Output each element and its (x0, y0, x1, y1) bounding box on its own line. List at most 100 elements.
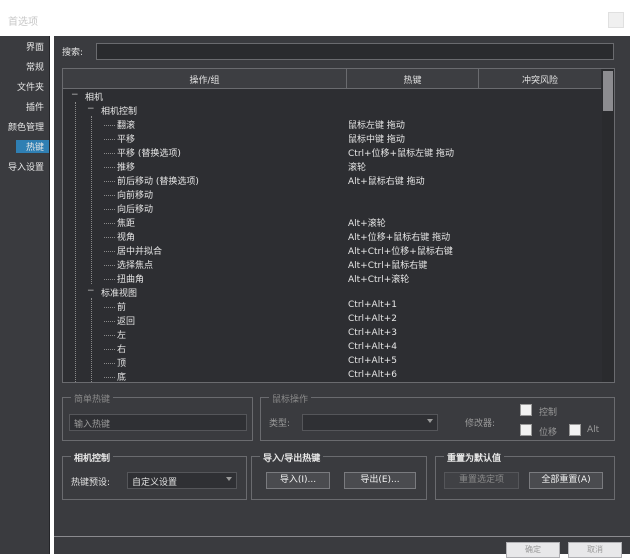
table-row[interactable]: − 标准视图 (63, 286, 601, 300)
ctrl-checkbox[interactable] (520, 404, 532, 416)
tree-connector (104, 335, 115, 336)
tree-connector (104, 125, 115, 126)
action-name: 扭曲角 (117, 275, 145, 285)
shift-checkbox[interactable] (520, 424, 532, 436)
table-row[interactable]: 向前移动 (63, 188, 601, 202)
export-button[interactable]: 导出(E)... (344, 472, 416, 489)
hotkey-value: Ctrl+Alt+3 (348, 328, 398, 338)
table-row[interactable]: 平移 鼠标中键 拖动 (63, 132, 601, 146)
action-name: 前 (117, 303, 127, 313)
action-name: 视角 (117, 233, 136, 243)
action-name: 相机 (85, 93, 104, 103)
sidebar-item-color-management[interactable]: 颜色管理 (8, 120, 44, 133)
tree-guide (91, 116, 92, 284)
reset-all-button[interactable]: 全部重置(A) (529, 472, 603, 489)
sidebar-item-interface[interactable]: 界面 (26, 40, 44, 53)
action-name: 向后移动 (117, 205, 154, 215)
table-row[interactable]: 视角 Alt+位移+鼠标右键 拖动 (63, 230, 601, 244)
hotkey-value: 鼠标中键 拖动 (348, 135, 405, 145)
preset-label: 热键预设: (71, 478, 111, 488)
table-row[interactable]: 前后移动 (替换选项) Alt+鼠标右键 拖动 (63, 174, 601, 188)
table-row[interactable]: − 相机控制 (63, 104, 601, 118)
tree-guide (75, 102, 76, 382)
action-name: 相机控制 (101, 107, 138, 117)
shift-checkbox-label: 位移 (539, 428, 558, 438)
tree-connector (104, 321, 115, 322)
table-row[interactable]: 返回 Ctrl+Alt+2 (63, 314, 601, 328)
action-name: 推移 (117, 163, 136, 173)
collapse-icon[interactable]: − (71, 90, 79, 100)
hotkey-value: Ctrl+Alt+5 (348, 356, 398, 366)
action-name: 返回 (117, 317, 136, 327)
table-row[interactable]: 底 Ctrl+Alt+6 (63, 370, 601, 383)
collapse-icon[interactable]: − (87, 104, 95, 114)
hotkey-table: 操作/组 热键 冲突风险 − 相机 − 相机控制 翻滚 鼠标左键 拖动 平移 鼠标中键 拖动平… (62, 68, 615, 383)
simple-hotkey-title: 简单热键 (71, 392, 114, 405)
modifier-label: 修改器: (465, 419, 496, 429)
action-name: 焦距 (117, 219, 136, 229)
table-row[interactable]: 左 Ctrl+Alt+3 (63, 328, 601, 342)
action-name: 向前移动 (117, 191, 154, 201)
table-row[interactable]: 向后移动 (63, 202, 601, 216)
ctrl-checkbox-label: 控制 (539, 408, 558, 418)
sidebar-item-hotkeys[interactable]: 热键 (15, 140, 49, 153)
main-panel: 搜索: 操作/组 热键 冲突风险 − 相机 − 相机控制 翻滚 鼠标左键 拖动 平移 鼠标中键… (54, 36, 630, 558)
table-row[interactable]: 平移 (替换选项) Ctrl+位移+鼠标左键 拖动 (63, 146, 601, 160)
column-header-conflict[interactable]: 冲突风险 (479, 73, 601, 86)
table-scrollbar[interactable] (602, 69, 614, 382)
preset-select[interactable]: 自定义设置 (127, 472, 237, 489)
collapse-icon[interactable]: − (87, 286, 95, 296)
action-name: 平移 (117, 135, 136, 145)
tree-guide (91, 298, 92, 382)
mouse-operation-title: 鼠标操作 (269, 392, 312, 405)
table-row[interactable]: 顶 Ctrl+Alt+5 (63, 356, 601, 370)
table-row[interactable]: 选择焦点 Alt+Ctrl+鼠标右键 (63, 258, 601, 272)
hotkey-value: Ctrl+Alt+6 (348, 370, 398, 380)
reset-selected-button[interactable]: 重置选定项 (444, 472, 519, 489)
table-row[interactable]: 居中并拟合 Alt+Ctrl+位移+鼠标右键 (63, 244, 601, 258)
tree-connector (104, 195, 115, 196)
table-row[interactable]: 扭曲角 Alt+Ctrl+滚轮 (63, 272, 601, 286)
reset-defaults-group: 重置为默认值 重置选定项 全部重置(A) (435, 451, 615, 500)
alt-checkbox-label: Alt (587, 425, 600, 435)
hotkey-value: Ctrl+Alt+4 (348, 342, 398, 352)
action-name: 翻滚 (117, 121, 136, 131)
import-export-group: 导入/导出热键 导入(I)... 导出(E)... (251, 451, 427, 500)
table-row[interactable]: 推移 滚轮 (63, 160, 601, 174)
action-name: 右 (117, 345, 127, 355)
action-name: 标准视图 (101, 289, 138, 299)
hotkey-placeholder: 输入热键 (74, 420, 111, 430)
camera-control-group: 相机控制 热键预设: 自定义设置 (62, 451, 247, 500)
table-row[interactable]: − 相机 (63, 90, 601, 104)
title-bar: 首选项 (0, 0, 632, 36)
chevron-down-icon (427, 419, 433, 423)
sidebar-item-plugins[interactable]: 插件 (26, 100, 44, 113)
mouse-operation-group: 鼠标操作 类型: 修改器: 控制 位移 Alt (260, 392, 615, 441)
table-row[interactable]: 焦距 Alt+滚轮 (63, 216, 601, 230)
action-name: 平移 (替换选项) (117, 149, 181, 159)
sidebar-item-general[interactable]: 常规 (26, 60, 44, 73)
hotkey-value: Ctrl+位移+鼠标左键 拖动 (348, 149, 454, 159)
close-icon[interactable] (608, 12, 624, 28)
scrollbar-thumb[interactable] (603, 71, 613, 111)
preset-value: 自定义设置 (132, 478, 178, 488)
alt-checkbox[interactable] (569, 424, 581, 436)
search-input[interactable] (96, 43, 614, 60)
ok-button[interactable]: 确定 (506, 542, 560, 558)
type-select[interactable] (302, 414, 438, 431)
table-row[interactable]: 右 Ctrl+Alt+4 (63, 342, 601, 356)
hotkey-input[interactable]: 输入热键 (69, 414, 247, 431)
import-button[interactable]: 导入(I)... (266, 472, 330, 489)
sidebar-item-folders[interactable]: 文件夹 (17, 80, 44, 93)
table-row[interactable]: 前 Ctrl+Alt+1 (63, 300, 601, 314)
cancel-button[interactable]: 取消 (568, 542, 622, 558)
tree-connector (104, 251, 115, 252)
sidebar-item-import-settings[interactable]: 导入设置 (8, 160, 44, 173)
column-header-hotkey[interactable]: 热键 (347, 73, 478, 86)
action-name: 底 (117, 373, 127, 383)
column-header-action[interactable]: 操作/组 (63, 73, 346, 86)
table-row[interactable]: 翻滚 鼠标左键 拖动 (63, 118, 601, 132)
tree-connector (104, 279, 115, 280)
tree-connector (104, 307, 115, 308)
tree-connector (104, 377, 115, 378)
